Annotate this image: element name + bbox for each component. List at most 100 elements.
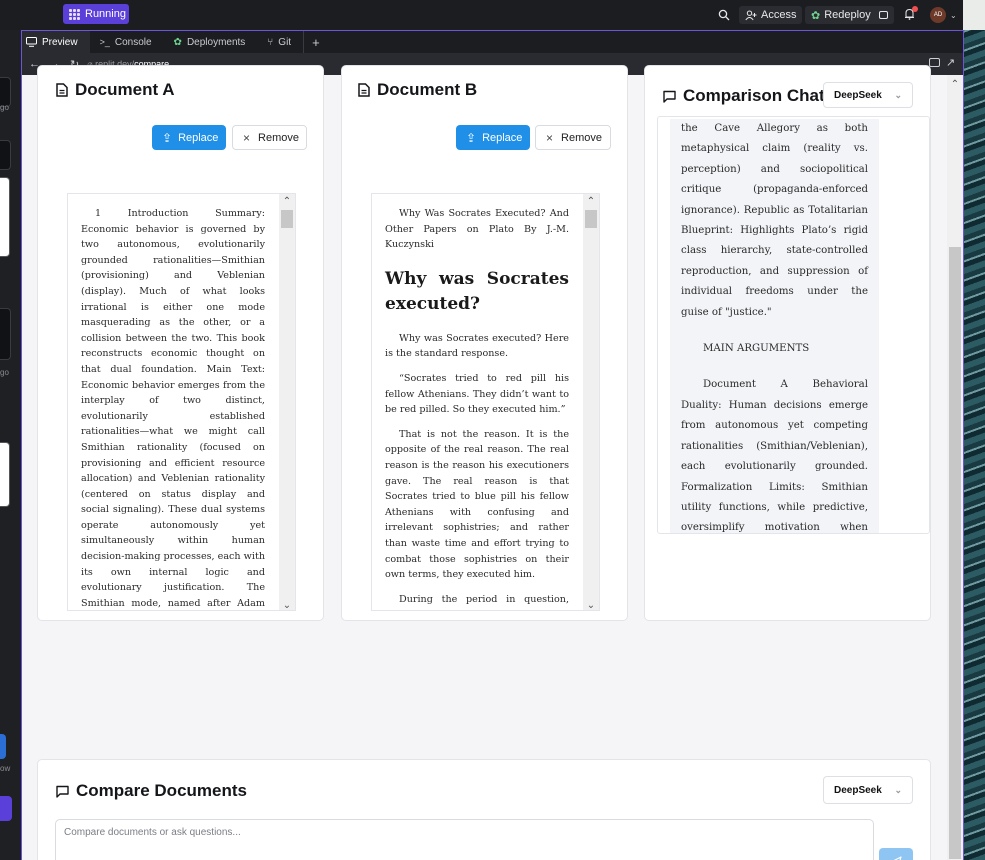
top-bar: Running Access ✿ Redeploy AD ⌄	[0, 0, 963, 30]
search-button[interactable]	[718, 6, 730, 24]
document-b-paragraph: That is not the reason. It is the opposi…	[385, 428, 569, 581]
running-status-button[interactable]: Running	[63, 4, 129, 24]
document-b-replace-label: Replace	[482, 131, 523, 144]
sidebar-blue-button[interactable]	[0, 734, 6, 759]
open-external-icon[interactable]: ↗	[946, 56, 955, 69]
plus-icon: +	[312, 34, 320, 50]
chat-messages[interactable]: the Cave Allegory as both metaphysical c…	[657, 116, 930, 534]
scroll-up-icon[interactable]: ⌃	[583, 194, 599, 208]
search-icon	[718, 9, 730, 21]
access-label: Access	[761, 9, 797, 21]
document-b-intro: Why Was Socrates Executed? And Other Pap…	[385, 208, 569, 251]
tab-deployments[interactable]: ✿ Deployments	[164, 31, 258, 53]
document-b-scrollbar[interactable]: ⌃ ⌄	[583, 194, 599, 611]
assistant-message: the Cave Allegory as both metaphysical c…	[670, 119, 879, 534]
scroll-up-icon[interactable]: ⌃	[947, 77, 963, 91]
tab-git-label: Git	[278, 36, 292, 48]
chat-model-select[interactable]: DeepSeek ⌄	[823, 82, 913, 108]
document-a-replace-label: Replace	[178, 131, 219, 144]
document-b-title: Document B	[358, 80, 477, 100]
workspace-tabs: Preview >_ Console ✿ Deployments ⑂ Git +	[22, 31, 963, 53]
redeploy-icon: ✿	[811, 9, 821, 22]
compare-input[interactable]: Compare documents or ask questions...	[55, 819, 874, 860]
desktop-background	[963, 0, 985, 860]
monitor-icon	[26, 37, 37, 47]
chevron-down-icon: ⌄	[950, 10, 957, 20]
compare-input-placeholder: Compare documents or ask questions...	[64, 827, 241, 838]
sidebar-panel-2[interactable]	[0, 140, 11, 170]
apps-grid-icon	[69, 8, 80, 20]
left-sidebar: go go ow	[0, 30, 22, 860]
scroll-up-icon[interactable]: ⌃	[279, 194, 295, 208]
document-b-paragraph: During the period in question, Athens	[385, 593, 569, 610]
message-square-icon	[663, 90, 676, 103]
preview-frame: Preview >_ Console ✿ Deployments ⑂ Git +…	[21, 30, 964, 860]
document-b-paragraph: “Socrates tried to red pill his fellow A…	[385, 372, 569, 416]
document-a-text: 1 Introduction Summary: Economic behavio…	[81, 206, 265, 610]
scroll-down-icon[interactable]: ⌄	[583, 598, 599, 611]
page-scrollbar[interactable]: ⌃	[947, 75, 963, 860]
tab-preview[interactable]: Preview	[22, 31, 90, 53]
comparison-chat-title: Comparison Chat	[663, 86, 825, 106]
document-b-heading: Why was Socrates executed?	[385, 268, 569, 314]
scroll-down-icon[interactable]: ⌄	[279, 598, 295, 611]
devtools-icon[interactable]	[929, 58, 940, 67]
terminal-icon: >_	[99, 37, 110, 47]
sidebar-preview-card-2[interactable]	[0, 442, 10, 507]
send-button[interactable]	[879, 848, 913, 860]
file-text-icon	[56, 83, 68, 97]
document-b-replace-button[interactable]: ⇪ Replace	[456, 125, 530, 150]
document-b-viewer[interactable]: Why Was Socrates Executed? And Other Pap…	[371, 193, 600, 611]
sidebar-snippet-c: ow	[0, 764, 11, 773]
document-a-title-text: Document A	[75, 80, 175, 99]
user-menu-button[interactable]: AD ⌄	[930, 6, 957, 24]
tab-preview-label: Preview	[42, 36, 78, 48]
document-b-remove-button[interactable]: × Remove	[535, 125, 611, 150]
comparison-chat-card: Comparison Chat DeepSeek ⌄ the Cave Alle…	[644, 65, 931, 621]
document-b-paragraph: Why was Socrates executed? Here is the s…	[385, 332, 569, 360]
compare-model-value: DeepSeek	[834, 784, 882, 796]
document-a-scrollbar[interactable]: ⌃ ⌄	[279, 194, 295, 611]
chat-paragraph: the Cave Allegory as both metaphysical c…	[681, 123, 868, 318]
chat-model-value: DeepSeek	[834, 89, 882, 101]
upload-icon: ⇪	[162, 130, 173, 145]
sidebar-snippet-b: go	[0, 368, 9, 377]
chat-paragraph: Document A Behavioral Duality: Human dec…	[681, 379, 868, 534]
document-a-card: Document A ⇪ Replace × Remove 1 Introduc…	[37, 65, 324, 621]
close-icon: ×	[243, 130, 251, 145]
close-icon: ×	[546, 130, 554, 145]
access-button[interactable]: Access	[739, 6, 803, 24]
page-scroll-thumb[interactable]	[949, 247, 961, 859]
window-icon	[878, 11, 888, 19]
chat-paragraph: MAIN ARGUMENTS	[703, 343, 810, 355]
comparison-chat-title-text: Comparison Chat	[683, 86, 825, 105]
compare-documents-title-text: Compare Documents	[76, 781, 247, 800]
document-b-scroll-thumb[interactable]	[585, 210, 597, 228]
notifications-button[interactable]	[904, 5, 918, 24]
compare-model-select[interactable]: DeepSeek ⌄	[823, 776, 913, 804]
document-a-remove-button[interactable]: × Remove	[232, 125, 307, 150]
sidebar-snippet-a: go	[0, 103, 9, 112]
tab-console[interactable]: >_ Console	[90, 31, 164, 53]
document-a-remove-label: Remove	[258, 131, 299, 144]
compare-documents-card: Compare Documents DeepSeek ⌄ Compare doc…	[37, 759, 931, 860]
redeploy-button[interactable]: ✿ Redeploy	[805, 6, 894, 24]
desktop-background-top	[963, 0, 985, 30]
upload-icon: ⇪	[466, 130, 477, 145]
sidebar-purple-button[interactable]	[0, 796, 12, 821]
sidebar-panel-3[interactable]	[0, 308, 11, 360]
bell-icon	[904, 5, 918, 23]
tab-git[interactable]: ⑂ Git	[257, 31, 303, 53]
deploy-icon: ✿	[173, 36, 182, 48]
document-a-replace-button[interactable]: ⇪ Replace	[152, 125, 226, 150]
avatar: AD	[930, 7, 946, 23]
add-tab-button[interactable]: +	[303, 31, 332, 53]
document-a-scroll-thumb[interactable]	[281, 210, 293, 228]
message-square-icon	[56, 785, 69, 798]
tab-deployments-label: Deployments	[186, 36, 246, 48]
sidebar-preview-card-1[interactable]	[0, 177, 10, 257]
document-a-viewer[interactable]: 1 Introduction Summary: Economic behavio…	[67, 193, 296, 611]
document-b-card: Document B ⇪ Replace × Remove Why Was So…	[341, 65, 628, 621]
document-b-title-text: Document B	[377, 80, 478, 99]
compare-documents-title: Compare Documents	[56, 781, 247, 801]
